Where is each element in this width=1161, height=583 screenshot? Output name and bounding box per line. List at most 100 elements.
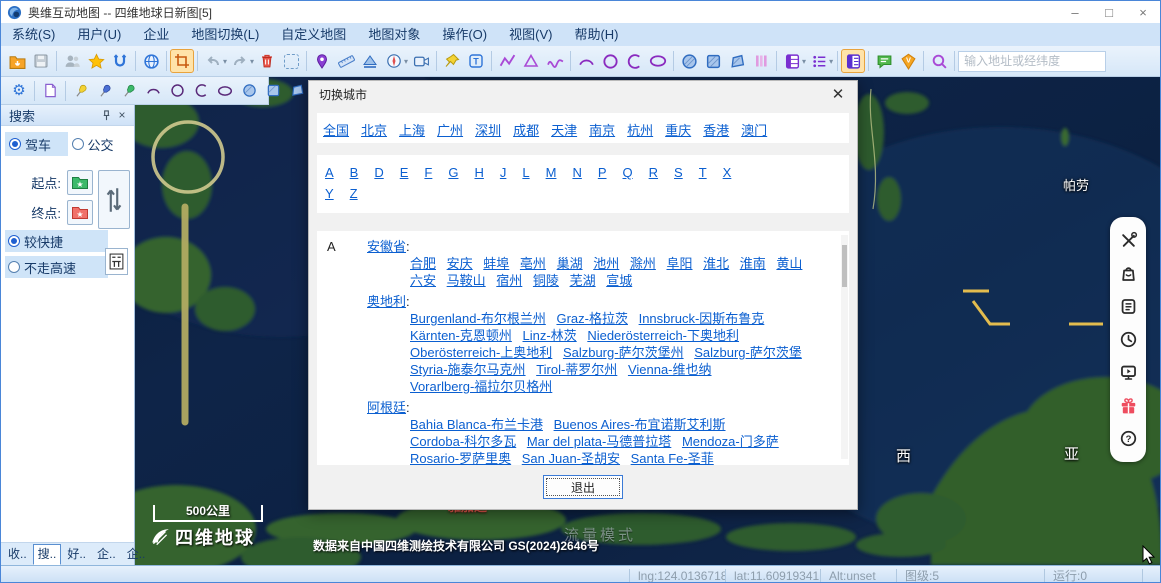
favorites-star-button[interactable] <box>84 49 108 73</box>
city-link[interactable]: 宣城 <box>606 273 632 288</box>
menu-item[interactable]: 企业 <box>132 23 180 46</box>
city-link[interactable]: Innsbruck-因斯布鲁克 <box>639 311 765 326</box>
sidebar-bottom-tab[interactable]: 企.. <box>122 544 151 565</box>
menu-item[interactable]: 帮助(H) <box>563 23 629 46</box>
sidebar-bottom-tab[interactable]: 搜.. <box>33 544 62 565</box>
sticky-pin-button[interactable] <box>440 49 464 73</box>
swap-start-end-button[interactable] <box>98 170 130 229</box>
city-link[interactable]: Bahia Blanca-布兰卡港 <box>410 417 543 432</box>
filled-circle-button[interactable] <box>677 49 701 73</box>
city-link[interactable]: 淮北 <box>703 256 729 271</box>
open-arc-button-2[interactable] <box>189 79 213 103</box>
city-link[interactable]: 芜湖 <box>570 273 596 288</box>
end-favorite-button[interactable]: ★ <box>67 200 93 225</box>
table-button[interactable] <box>780 49 804 73</box>
filled-rect-button[interactable] <box>701 49 725 73</box>
filled-polygon-button-2[interactable] <box>285 79 309 103</box>
city-link[interactable]: Oberösterreich-上奥地利 <box>410 345 552 360</box>
hot-city-link[interactable]: 香港 <box>703 123 729 138</box>
placemark-pin-button[interactable] <box>310 49 334 73</box>
city-link[interactable]: Burgenland-布尔根兰州 <box>410 311 546 326</box>
letter-link[interactable]: F <box>424 165 432 180</box>
hot-city-link[interactable]: 澳门 <box>741 123 767 138</box>
city-link[interactable]: 铜陵 <box>533 273 559 288</box>
letter-link[interactable]: H <box>474 165 483 180</box>
hot-city-link[interactable]: 北京 <box>361 123 387 138</box>
letter-link[interactable]: A <box>325 165 334 180</box>
filled-polygon-button[interactable] <box>725 49 749 73</box>
table-dropdown-caret[interactable]: ▾ <box>802 57 806 66</box>
crop-tool-button[interactable] <box>170 49 194 73</box>
letter-link[interactable]: E <box>400 165 409 180</box>
letter-link[interactable]: D <box>374 165 383 180</box>
city-link[interactable]: Buenos Aires-布宜诺斯艾利斯 <box>554 417 726 432</box>
letter-link[interactable]: Y <box>325 186 334 201</box>
compass-button[interactable] <box>382 49 406 73</box>
city-link[interactable]: 六安 <box>410 273 436 288</box>
pin-blue-button[interactable] <box>93 79 117 103</box>
parallel-lines-button[interactable] <box>749 49 773 73</box>
letter-link[interactable]: J <box>500 165 507 180</box>
city-link[interactable]: 池州 <box>593 256 619 271</box>
mode-drive-radio[interactable]: 驾车 <box>5 132 68 156</box>
road-condition-button[interactable] <box>105 248 128 275</box>
province-link[interactable]: 阿根廷 <box>367 400 406 415</box>
search-button[interactable] <box>927 49 951 73</box>
pin-panel-button[interactable] <box>98 107 114 123</box>
save-button[interactable] <box>29 49 53 73</box>
city-link[interactable]: Kärnten-克恩顿州 <box>410 328 512 343</box>
exit-button[interactable]: 退出 <box>543 475 623 499</box>
close-panel-button[interactable]: × <box>114 107 130 123</box>
polygon-button[interactable] <box>519 49 543 73</box>
menu-item[interactable]: 视图(V) <box>498 23 563 46</box>
curve-button[interactable] <box>543 49 567 73</box>
letter-link[interactable]: L <box>522 165 529 180</box>
ruler-button[interactable] <box>334 49 358 73</box>
city-link[interactable]: 亳州 <box>520 256 546 271</box>
orders-button[interactable] <box>1113 290 1143 323</box>
store-button[interactable] <box>1113 257 1143 290</box>
circle-shape-button-2[interactable] <box>165 79 189 103</box>
city-link[interactable]: 合肥 <box>410 256 436 271</box>
area-measure-button[interactable] <box>358 49 382 73</box>
letter-link[interactable]: X <box>723 165 732 180</box>
letter-link[interactable]: N <box>572 165 581 180</box>
delete-trash-button[interactable] <box>255 49 279 73</box>
filled-rect-button-2[interactable] <box>261 79 285 103</box>
city-link[interactable]: 黄山 <box>776 256 802 271</box>
track-route-button[interactable] <box>108 49 132 73</box>
city-link[interactable]: Rosario-罗萨里奥 <box>410 451 511 465</box>
video-camera-button[interactable] <box>409 49 433 73</box>
menu-item[interactable]: 自定义地图 <box>270 23 357 46</box>
hot-city-link[interactable]: 南京 <box>589 123 615 138</box>
city-link[interactable]: Niederösterreich-下奥地利 <box>587 328 739 343</box>
redo-dropdown-caret[interactable]: ▾ <box>250 57 254 66</box>
hot-city-link[interactable]: 重庆 <box>665 123 691 138</box>
history-button[interactable] <box>1113 323 1143 356</box>
help-button[interactable]: ? <box>1113 422 1143 455</box>
polyline-button[interactable] <box>495 49 519 73</box>
city-link[interactable]: Styria-施泰尔马克州 <box>410 362 526 377</box>
pin-yellow-button[interactable] <box>69 79 93 103</box>
redo-button[interactable] <box>228 49 252 73</box>
arc-button[interactable] <box>574 49 598 73</box>
open-arc-button[interactable] <box>622 49 646 73</box>
sidebar-bottom-tab[interactable]: 好.. <box>62 544 91 565</box>
list-dropdown-caret[interactable]: ▾ <box>829 57 833 66</box>
letter-link[interactable]: Z <box>350 186 358 201</box>
city-link[interactable]: 淮南 <box>740 256 766 271</box>
list-button[interactable] <box>807 49 831 73</box>
city-link[interactable]: 巢湖 <box>557 256 583 271</box>
data-panel-button[interactable] <box>841 49 865 73</box>
hot-city-link[interactable]: 上海 <box>399 123 425 138</box>
dialog-close-button[interactable]: ✕ <box>827 83 849 105</box>
globe-button[interactable] <box>139 49 163 73</box>
pin-green-button[interactable] <box>117 79 141 103</box>
city-link[interactable]: Linz-林茨 <box>523 328 577 343</box>
letter-link[interactable]: P <box>598 165 607 180</box>
close-button[interactable]: × <box>1126 1 1160 23</box>
letter-link[interactable]: M <box>546 165 557 180</box>
scrollbar-thumb[interactable] <box>842 245 847 287</box>
start-favorite-button[interactable]: ★ <box>67 170 93 195</box>
letter-link[interactable]: Q <box>623 165 633 180</box>
